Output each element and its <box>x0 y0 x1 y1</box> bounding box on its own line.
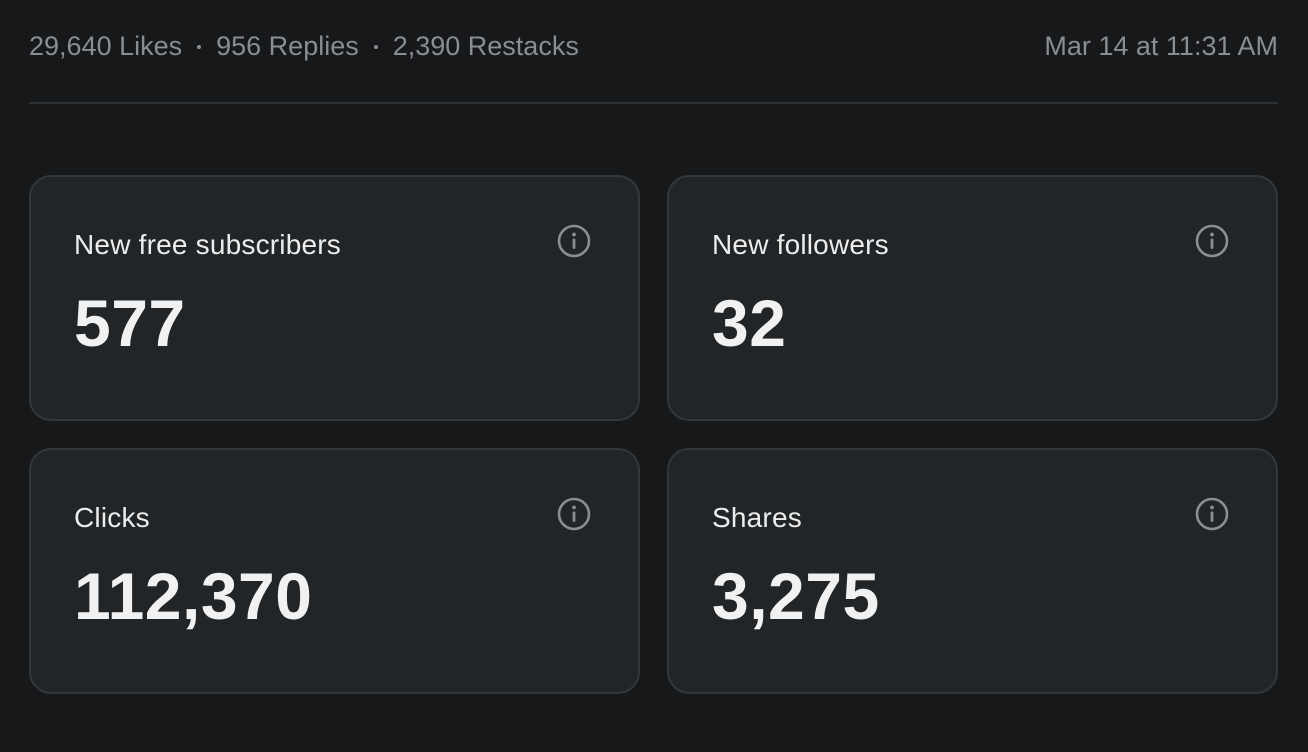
divider <box>29 102 1278 104</box>
metric-label: New followers <box>712 229 889 260</box>
info-icon[interactable] <box>557 224 591 258</box>
metric-card-new-free-subscribers: New free subscribers 577 <box>29 175 640 421</box>
likes-count[interactable]: 29,640 Likes <box>29 31 182 62</box>
replies-count[interactable]: 956 Replies <box>216 31 359 62</box>
post-stats-page: 29,640 Likes 956 Replies 2,390 Restacks … <box>0 0 1308 752</box>
metric-value: 3,275 <box>712 559 880 633</box>
separator-dot <box>197 45 202 49</box>
info-icon[interactable] <box>1195 497 1229 531</box>
info-icon[interactable] <box>1195 224 1229 258</box>
engagement-counts: 29,640 Likes 956 Replies 2,390 Restacks <box>29 31 579 62</box>
post-timestamp: Mar 14 at 11:31 AM <box>1044 30 1278 61</box>
metric-label: New free subscribers <box>74 229 341 260</box>
separator-dot <box>373 45 378 49</box>
metric-label: Shares <box>712 502 802 533</box>
metrics-grid: New free subscribers 577 New followers 3… <box>29 175 1278 694</box>
metric-card-clicks: Clicks 112,370 <box>29 448 640 694</box>
metric-card-shares: Shares 3,275 <box>667 448 1278 694</box>
metric-card-new-followers: New followers 32 <box>667 175 1278 421</box>
info-icon[interactable] <box>557 497 591 531</box>
metric-value: 577 <box>74 286 186 360</box>
restacks-count[interactable]: 2,390 Restacks <box>393 31 579 62</box>
metric-value: 112,370 <box>74 559 313 633</box>
engagement-summary: 29,640 Likes 956 Replies 2,390 Restacks … <box>29 0 1278 92</box>
metric-value: 32 <box>712 286 787 360</box>
metric-label: Clicks <box>74 502 150 533</box>
